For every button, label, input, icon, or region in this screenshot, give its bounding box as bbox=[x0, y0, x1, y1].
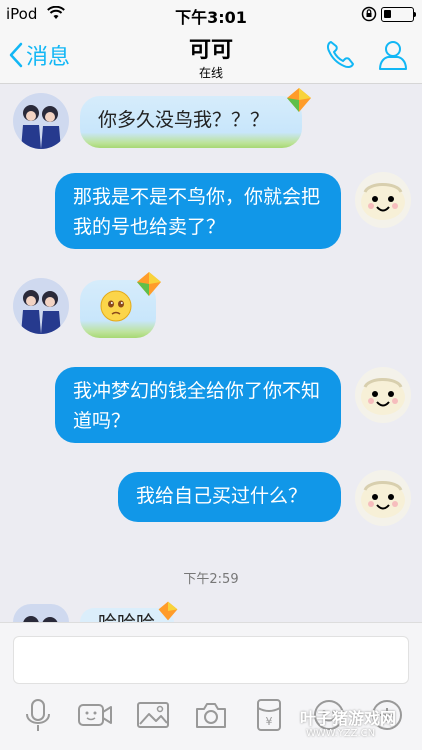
phone-icon[interactable] bbox=[323, 38, 357, 72]
chat-header: 消息 可可 在线 bbox=[0, 28, 422, 84]
message-text: 哈哈哈 bbox=[98, 612, 155, 622]
image-icon[interactable] bbox=[136, 698, 170, 732]
message-text: 那我是不是不鸟你，你就会把我的号也给卖了？ bbox=[73, 186, 321, 238]
clock: 下午3:01 bbox=[175, 8, 247, 27]
my-avatar[interactable] bbox=[355, 172, 411, 228]
svg-text:¥: ¥ bbox=[266, 715, 273, 728]
kite-icon bbox=[287, 88, 311, 112]
message-bubble-right[interactable]: 那我是不是不鸟你，你就会把我的号也给卖了？ bbox=[55, 173, 341, 249]
battery-icon bbox=[381, 7, 416, 22]
message-input[interactable] bbox=[13, 636, 409, 684]
rotation-lock-icon bbox=[361, 6, 377, 22]
contact-profile-icon[interactable] bbox=[376, 38, 410, 72]
red-packet-icon[interactable]: ¥ bbox=[252, 698, 286, 732]
contact-avatar[interactable] bbox=[13, 604, 69, 622]
contact-avatar[interactable] bbox=[13, 278, 69, 334]
message-bubble-left[interactable]: 你多久没鸟我？？？ bbox=[80, 96, 302, 148]
kite-icon bbox=[158, 601, 178, 621]
watermark-url: WWW.YZZ.CN bbox=[306, 728, 376, 739]
message-text: 你多久没鸟我？？？ bbox=[98, 109, 270, 131]
message-text: 我冲梦幻的钱全给你了你不知道吗？ bbox=[73, 380, 321, 432]
online-status: 在线 bbox=[198, 66, 223, 80]
video-icon[interactable] bbox=[77, 698, 113, 732]
message-bubble-right[interactable]: 我冲梦幻的钱全给你了你不知道吗？ bbox=[55, 367, 341, 443]
camera-icon[interactable] bbox=[194, 698, 228, 732]
status-bar: iPod 下午3:01 bbox=[0, 0, 422, 28]
message-bubble-right[interactable]: 我给自己买过什么？ bbox=[118, 472, 341, 522]
kite-icon bbox=[137, 272, 161, 296]
contact-name: 可可 bbox=[188, 38, 233, 63]
timestamp: 下午2:59 bbox=[183, 572, 239, 587]
my-avatar[interactable] bbox=[355, 367, 411, 423]
watermark: 叶子猪游戏网 bbox=[300, 709, 397, 728]
message-text: 我给自己买过什么？ bbox=[136, 485, 308, 507]
my-avatar[interactable] bbox=[355, 470, 411, 526]
crying-emoji-icon bbox=[100, 290, 132, 322]
microphone-icon[interactable] bbox=[21, 698, 55, 732]
contact-avatar[interactable] bbox=[13, 93, 69, 149]
